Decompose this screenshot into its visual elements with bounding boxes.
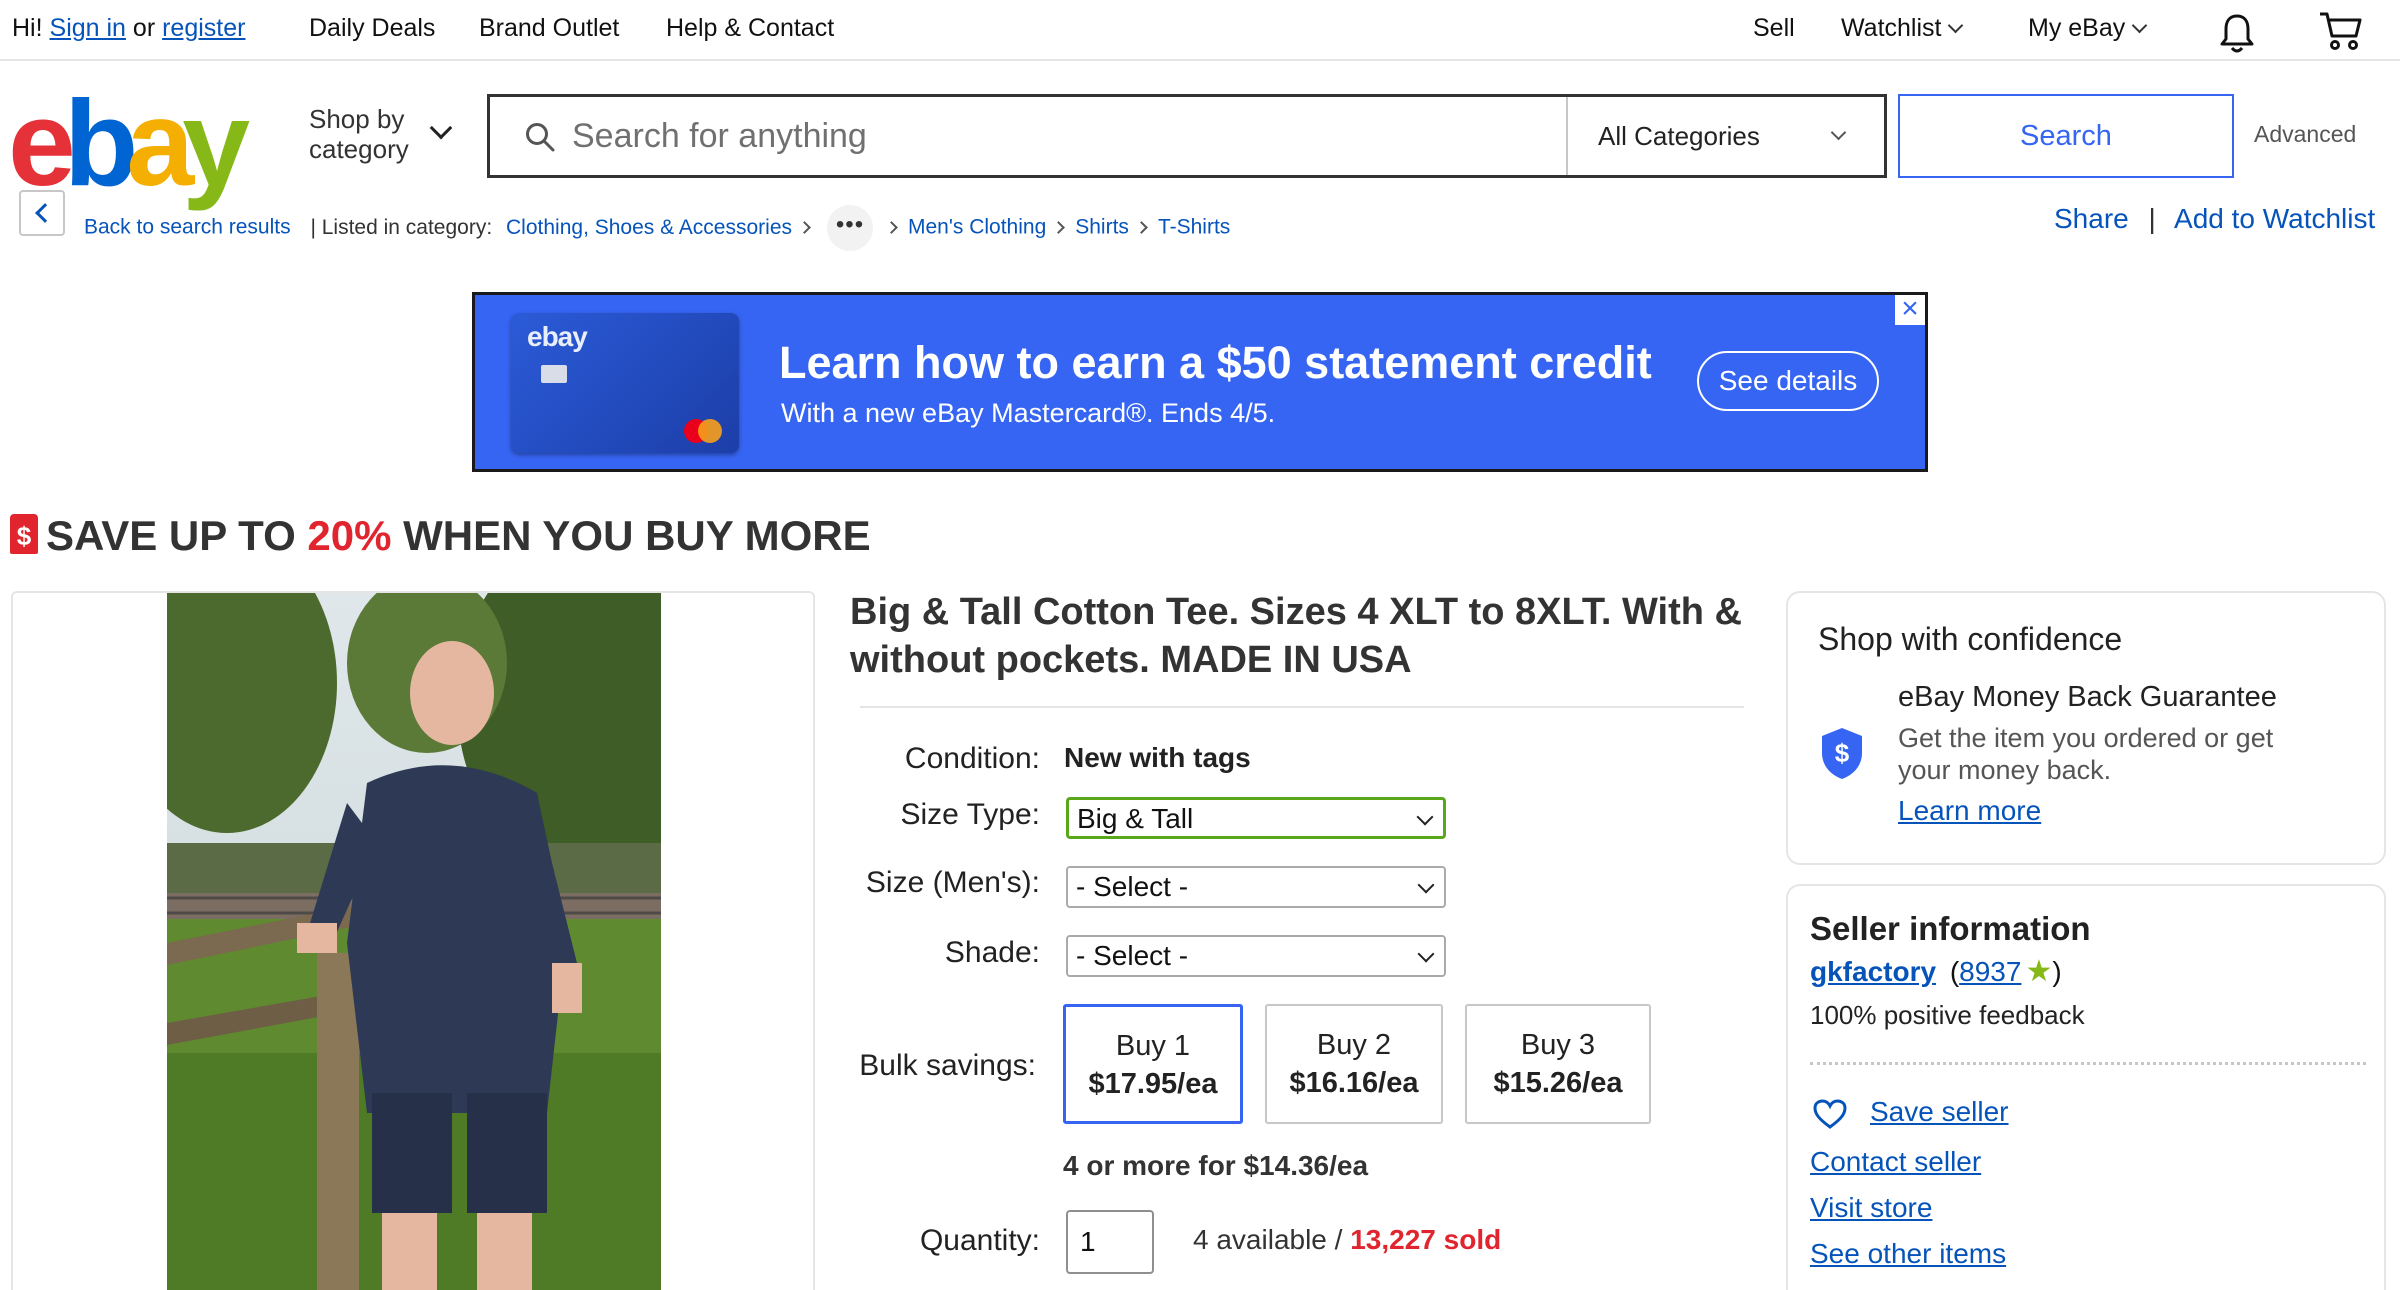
shield-icon: $ [1822, 728, 1862, 779]
size-type-label: Size Type: [900, 798, 1040, 831]
ad-subtitle: With a new eBay Mastercard®. Ends 4/5. [781, 398, 1276, 428]
guarantee-desc-line2: your money back. [1898, 755, 2112, 785]
divider [860, 706, 1744, 708]
promo-banner-ad[interactable]: × ebay Learn how to earn a $50 statement… [472, 292, 1928, 472]
advanced-search-link[interactable]: Advanced [2254, 121, 2356, 148]
chevron-left-icon [35, 203, 55, 223]
see-details-button[interactable]: See details [1697, 351, 1879, 411]
four-or-more-price: 4 or more for $14.36/ea [1063, 1150, 1369, 1181]
size-mens-select[interactable]: - Select - [1066, 866, 1446, 908]
chevron-down-icon [1830, 124, 1847, 141]
feedback-score-link[interactable]: 8937 [1959, 956, 2021, 987]
breadcrumb-more-button[interactable]: ••• [827, 205, 873, 251]
guarantee-desc-line1: Get the item you ordered or get [1898, 723, 2274, 753]
chevron-down-icon [2131, 17, 2148, 34]
condition-label: Condition: [904, 742, 1040, 775]
shade-select[interactable]: - Select - [1066, 935, 1446, 977]
page: Hi! Sign in or register Daily Deals Bran… [0, 0, 2400, 1290]
my-ebay-menu[interactable]: My eBay [2028, 14, 2148, 43]
bell-icon[interactable] [2218, 12, 2256, 54]
sold-count: 13,227 sold [1350, 1224, 1502, 1255]
cart-icon[interactable] [2318, 10, 2364, 52]
ebay-logo[interactable]: ebay [8, 82, 250, 204]
back-to-results-link[interactable]: Back to search results [84, 216, 291, 239]
bulk-savings-label: Bulk savings: [859, 1049, 1036, 1082]
category-select[interactable]: All Categories [1566, 97, 1884, 175]
star-icon: ★ [2025, 955, 2053, 988]
quantity-label: Quantity: [919, 1224, 1040, 1257]
watchlist-menu[interactable]: Watchlist [1841, 14, 1964, 43]
share-link[interactable]: Share [2054, 203, 2129, 234]
breadcrumb-item[interactable]: Shirts [1075, 216, 1129, 239]
close-icon[interactable]: × [1895, 295, 1925, 325]
seller-name-link[interactable]: gkfactory [1810, 956, 1936, 987]
heart-icon[interactable] [1812, 1098, 1848, 1130]
breadcrumb-item[interactable]: Men's Clothing [908, 216, 1046, 239]
bulk-option-buy-2[interactable]: Buy 2 $16.16/ea [1265, 1004, 1443, 1124]
search-input[interactable] [490, 97, 1566, 175]
shade-label: Shade: [944, 936, 1040, 969]
product-title: Big & Tall Cotton Tee. Sizes 4 XLT to 8X… [850, 591, 1742, 681]
mastercard-logo-icon [684, 419, 722, 443]
search-bar: All Categories [487, 94, 1887, 178]
contact-seller-link[interactable]: Contact seller [1810, 1146, 1981, 1178]
share-watchlist-row: Share | Add to Watchlist [2054, 203, 2376, 234]
sell-link[interactable]: Sell [1753, 14, 1795, 43]
price-tag-icon: $ [10, 514, 38, 554]
divider [1810, 1062, 2366, 1065]
chevron-down-icon [1417, 945, 1435, 963]
seller-information-panel: Seller information gkfactory (8937 ★) 100… [1786, 884, 2386, 1290]
visit-store-link[interactable]: Visit store [1810, 1192, 1932, 1224]
product-photo[interactable] [167, 593, 661, 1290]
top-nav-bar: Hi! Sign in or register Daily Deals Bran… [0, 0, 2400, 61]
chevron-down-icon [429, 116, 453, 140]
daily-deals-link[interactable]: Daily Deals [309, 14, 435, 43]
shop-by-category-button[interactable]: Shop by category [309, 104, 453, 164]
condition-value: New with tags [1064, 742, 1251, 773]
svg-text:$: $ [1835, 738, 1850, 768]
brand-outlet-link[interactable]: Brand Outlet [479, 14, 619, 43]
add-to-watchlist-link[interactable]: Add to Watchlist [2174, 203, 2375, 234]
chevron-right-icon [885, 220, 898, 234]
register-link[interactable]: register [162, 14, 245, 42]
chevron-right-icon [1052, 220, 1066, 234]
mastercard-card-image: ebay [511, 313, 739, 453]
chevron-down-icon [1416, 808, 1434, 826]
size-mens-label: Size (Men's): [865, 866, 1040, 899]
see-other-items-link[interactable]: See other items [1810, 1238, 2006, 1270]
product-image-gallery[interactable] [11, 591, 815, 1290]
help-contact-link[interactable]: Help & Contact [666, 14, 834, 43]
shop-with-confidence-panel: Shop with confidence $ eBay Money Back G… [1786, 591, 2386, 865]
search-button[interactable]: Search [1898, 94, 2234, 178]
breadcrumb-item[interactable]: T-Shirts [1158, 216, 1230, 239]
bulk-option-buy-1[interactable]: Buy 1 $17.95/ea [1063, 1004, 1243, 1124]
seller-name-row: gkfactory (8937 ★) [1810, 955, 2062, 988]
chevron-down-icon [1948, 17, 1964, 34]
chevron-right-icon [798, 220, 811, 234]
bulk-option-buy-3[interactable]: Buy 3 $15.26/ea [1465, 1004, 1651, 1124]
availability-text: 4 available / 13,227 sold [1193, 1224, 1502, 1255]
greeting: Hi! Sign in or register [12, 14, 246, 42]
save-seller-link[interactable]: Save seller [1870, 1096, 2009, 1128]
back-button[interactable] [19, 190, 65, 236]
quantity-input[interactable]: 1 [1066, 1210, 1154, 1274]
ad-title: Learn how to earn a $50 statement credit [779, 337, 1652, 388]
chevron-right-icon [1135, 220, 1148, 234]
guarantee-title: eBay Money Back Guarantee [1898, 681, 2277, 713]
seller-info-title: Seller information [1810, 910, 2091, 947]
learn-more-link[interactable]: Learn more [1898, 795, 2041, 827]
chip-icon [541, 365, 567, 383]
bulk-promo-heading: $ SAVE UP TO 20% WHEN YOU BUY MORE [10, 512, 871, 560]
breadcrumb: Back to search results | Listed in categ… [84, 205, 1230, 251]
breadcrumb-item[interactable]: Clothing, Shoes & Accessories [506, 216, 792, 239]
confidence-title: Shop with confidence [1818, 621, 2123, 657]
size-type-select[interactable]: Big & Tall [1066, 797, 1446, 839]
positive-feedback: 100% positive feedback [1810, 1000, 2085, 1030]
chevron-down-icon [1417, 876, 1435, 894]
listed-in-label: | Listed in category: [310, 215, 493, 239]
sign-in-link[interactable]: Sign in [50, 14, 126, 42]
